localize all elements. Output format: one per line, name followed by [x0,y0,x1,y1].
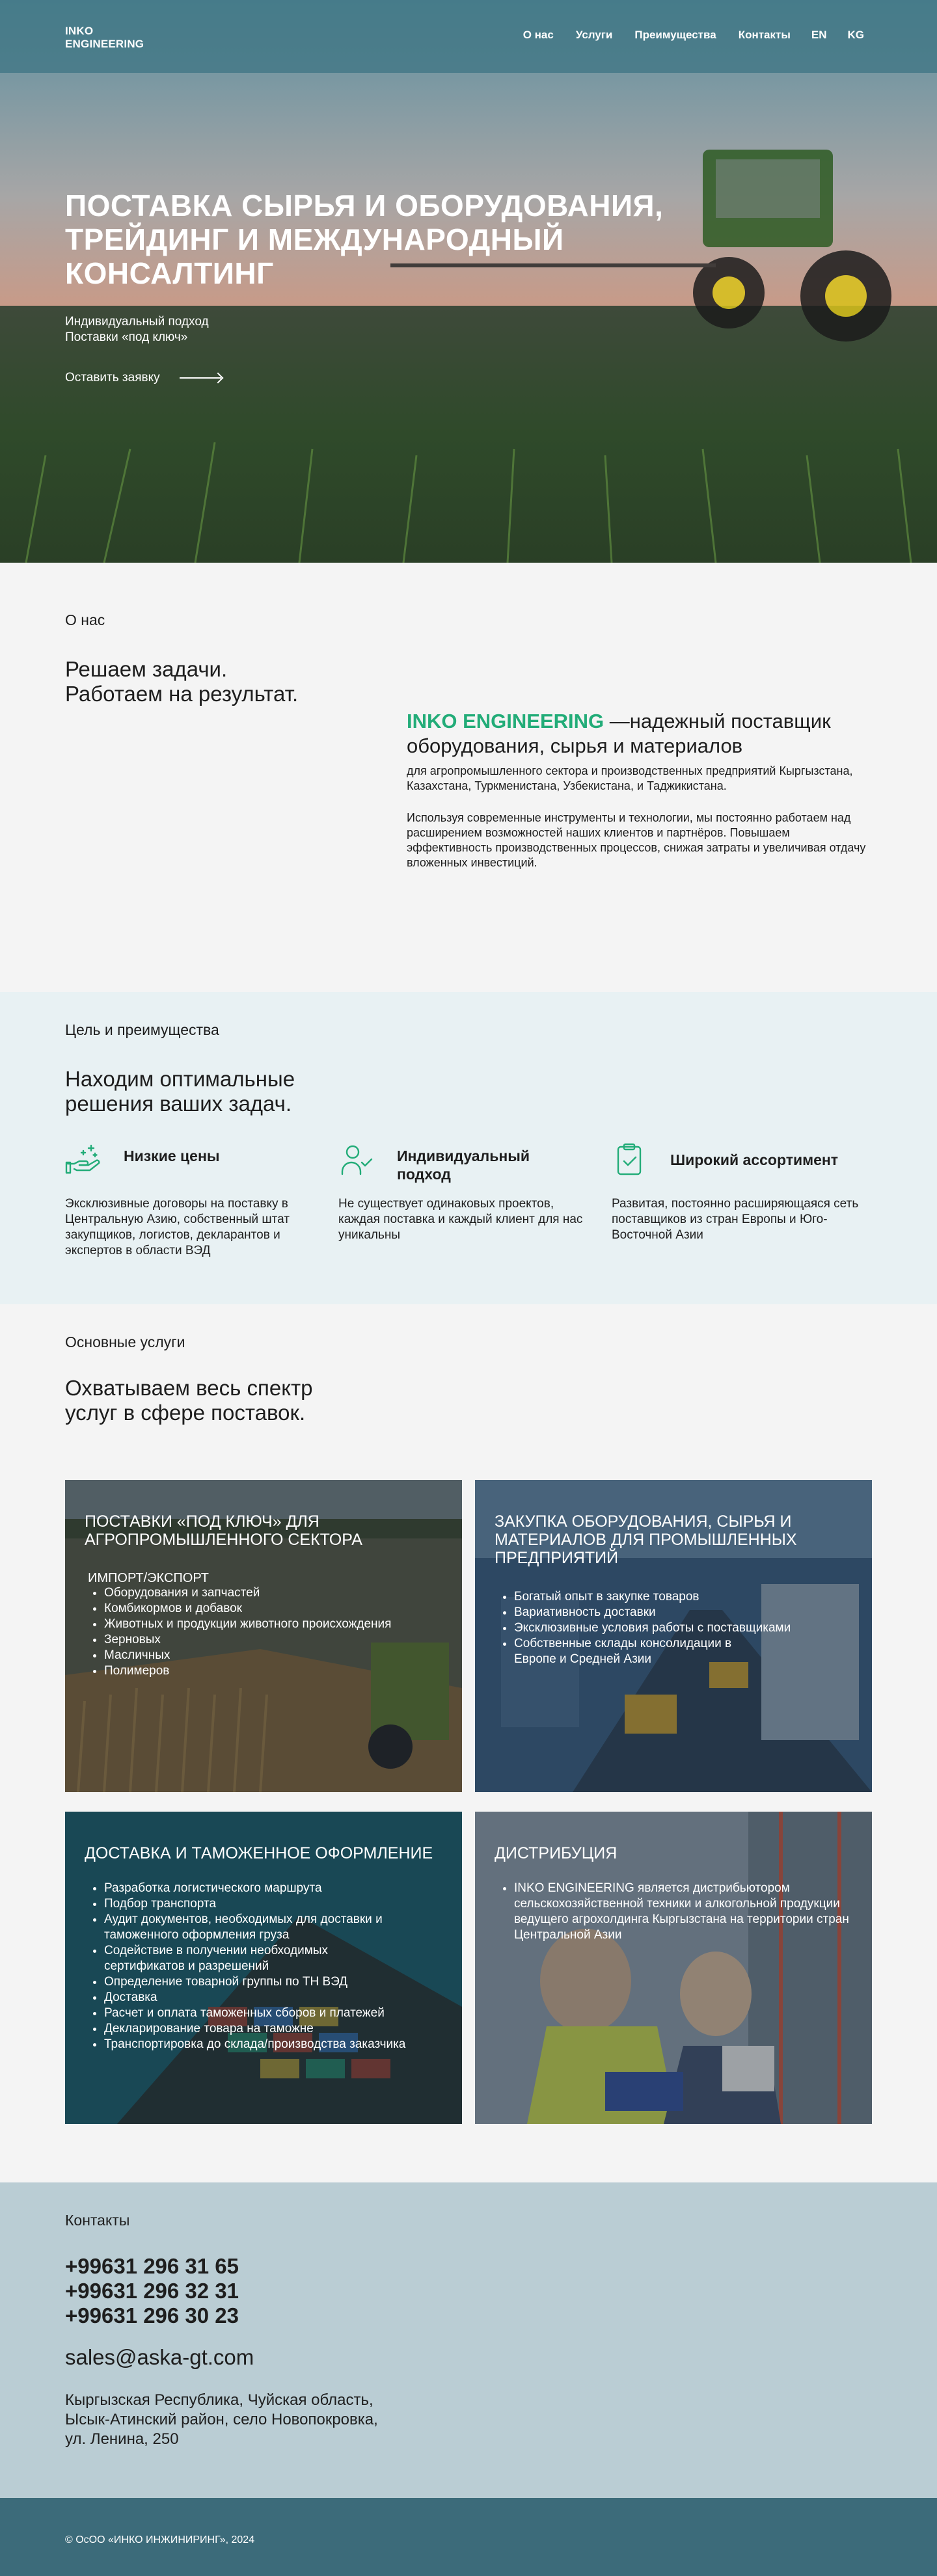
list-item: Собственные склады консолидации в Европе… [514,1636,774,1667]
nav-advantages[interactable]: Преимущества [634,29,716,42]
copyright: © ОсОО «ИНКО ИНЖИНИРИНГ», 2024 [65,2534,255,2545]
list-item: Животных и продукции животного происхожд… [104,1617,449,1632]
clipboard-check-icon [617,1143,642,1175]
request-button[interactable]: Оставить заявку [65,371,223,385]
phone-1[interactable]: +99631 296 31 65 [65,2254,239,2279]
contacts-label: Контакты [65,2212,130,2229]
list-item: Транспортировка до склада/производства з… [104,2037,416,2052]
advantages-heading-line1: Находим оптимальные [65,1067,295,1091]
advantage-title: Широкий ассортимент [670,1151,839,1168]
service-card-distribution[interactable]: Дистрибуция INKO ENGINEERING является ди… [475,1812,872,2124]
list-item: INKO ENGINEERING является дистрибьютором… [514,1881,852,1943]
advantage-text: Развитая, постоянно расширяющаяся сеть п… [612,1197,859,1242]
logo-line2: ENGINEERING [65,38,144,50]
hero-subtitle: Индивидуальный подход Поставки «под ключ… [65,314,209,345]
about-label: О нас [65,611,105,628]
nav-contacts[interactable]: Контакты [739,29,791,42]
lang-en[interactable]: EN [811,29,827,42]
services-label: Основные услуги [65,1334,185,1350]
card-list: INKO ENGINEERING является дистрибьютором… [514,1881,859,1943]
phone-list: +99631 296 31 65 +99631 296 32 31 +99631… [65,2254,239,2328]
advantage-title: Индивидуальный подход [397,1147,530,1183]
services-section: Основные услуги Охватываем весь спектр у… [0,1304,937,2182]
logo-line1: INKO [65,25,94,37]
address-line-1: Кыргызская Республика, Чуйская область, [65,2391,373,2409]
list-item: Эксклюзивные условия работы с поставщика… [514,1620,859,1636]
list-item: Масличных [104,1648,449,1663]
user-check-icon [341,1145,373,1175]
list-item: Определение товарной группы по ТН ВЭД [104,1974,449,1990]
main-nav: О нас Услуги Преимущества Контакты EN KG [501,29,864,42]
advantages-section: Цель и преимущества Находим оптимальные … [0,992,937,1304]
list-item: Богатый опыт в закупке товаров [514,1589,859,1605]
hero-title: Поставка сырья и оборудования, трейдинг … [65,189,664,290]
contacts-section: Контакты +99631 296 31 65 +99631 296 32 … [0,2182,937,2498]
list-item: Комбикормов и добавок [104,1601,449,1617]
site-header: INKO ENGINEERING О нас Услуги Преимущест… [0,0,937,73]
services-heading-line2: услуг в сфере поставок. [65,1401,306,1425]
card-title: Дистрибуция [495,1844,618,1862]
service-card-industrial[interactable]: Закупка оборудования, сырья и материалов… [475,1480,872,1792]
nav-about[interactable]: О нас [523,29,554,42]
list-item: Содействие в получении необходимых серти… [104,1943,390,1974]
card-title: Закупка оборудования, сырья и материалов… [495,1512,797,1567]
card-list: Богатый опыт в закупке товаров Вариативн… [514,1589,859,1667]
hand-sparkle-icon [65,1144,100,1174]
address: Кыргызская Республика, Чуйская область, … [65,2391,378,2449]
list-item: Зерновых [104,1632,449,1648]
list-item: Оборудования и запчастей [104,1585,449,1601]
list-item: Доставка [104,1990,449,2006]
about-description: INKO ENGINEERING —надежный поставщик обо… [407,709,875,870]
list-item: Полимеров [104,1663,449,1679]
email-link[interactable]: sales@aska-gt.com [65,2345,254,2370]
service-card-agro[interactable]: Поставки «под ключ» для агропромышленног… [65,1480,462,1792]
list-item: Аудит документов, необходимых для достав… [104,1912,429,1943]
request-button-label: Оставить заявку [65,371,160,384]
card-subtitle: Импорт/экспорт [88,1571,210,1585]
about-section: О нас Решаем задачи. Работаем на результ… [0,563,937,992]
about-paragraph-2: Используя современные инструменты и техн… [407,811,866,869]
advantages-heading-line2: решения ваших задач. [65,1092,292,1116]
services-heading: Охватываем весь спектр услуг в сфере пос… [65,1376,313,1425]
advantages-label: Цель и преимущества [65,1021,219,1038]
about-tagline: INKO ENGINEERING —надежный поставщик обо… [407,709,875,758]
advantages-heading: Находим оптимальные решения ваших задач. [65,1067,295,1116]
hero-subtitle-line1: Индивидуальный подход [65,315,209,329]
address-line-2: Ысык-Атинский район, село Новопокровка, [65,2411,378,2428]
list-item: Вариативность доставки [514,1605,859,1620]
phone-2[interactable]: +99631 296 32 31 [65,2279,239,2303]
advantage-text: Не существует одинаковых проектов, кажда… [338,1197,583,1242]
hero-section: INKO ENGINEERING О нас Услуги Преимущест… [0,0,937,563]
address-line-3: ул. Ленина, 250 [65,2430,179,2448]
phone-3[interactable]: +99631 296 30 23 [65,2303,239,2328]
site-footer: © ОсОО «ИНКО ИНЖИНИРИНГ», 2024 [0,2498,937,2576]
services-heading-line1: Охватываем весь спектр [65,1376,313,1400]
card-list: Оборудования и запчастей Комбикормов и д… [104,1585,449,1679]
service-card-logistics[interactable]: Доставка и таможенное оформление Разрабо… [65,1812,462,2124]
card-title: Поставки «под ключ» для агропромышленног… [85,1512,362,1549]
nav-services[interactable]: Услуги [576,29,613,42]
card-list: Разработка логистического маршрута Подбо… [104,1881,449,2052]
logo[interactable]: INKO ENGINEERING [65,25,144,51]
about-heading: Решаем задачи. Работаем на результат. [65,657,298,706]
list-item: Разработка логистического маршрута [104,1881,449,1896]
about-paragraph-1: для агропромышленного сектора и производ… [407,764,853,792]
about-heading-line1: Решаем задачи. [65,657,228,681]
advantage-text: Эксклюзивные договоры на поставку в Цент… [65,1197,290,1257]
hero-subtitle-line2: Поставки «под ключ» [65,330,188,344]
brand-name: INKO ENGINEERING [407,710,604,732]
about-heading-line2: Работаем на результат. [65,682,299,706]
card-title: Доставка и таможенное оформление [85,1844,433,1862]
list-item: Подбор транспорта [104,1896,449,1912]
lang-kg[interactable]: KG [848,29,865,42]
list-item: Расчет и оплата таможенных сборов и плат… [104,2006,449,2021]
advantage-title: Низкие цены [124,1147,220,1164]
arrow-right-icon [179,373,223,382]
list-item: Декларирование товара на таможне [104,2021,449,2037]
